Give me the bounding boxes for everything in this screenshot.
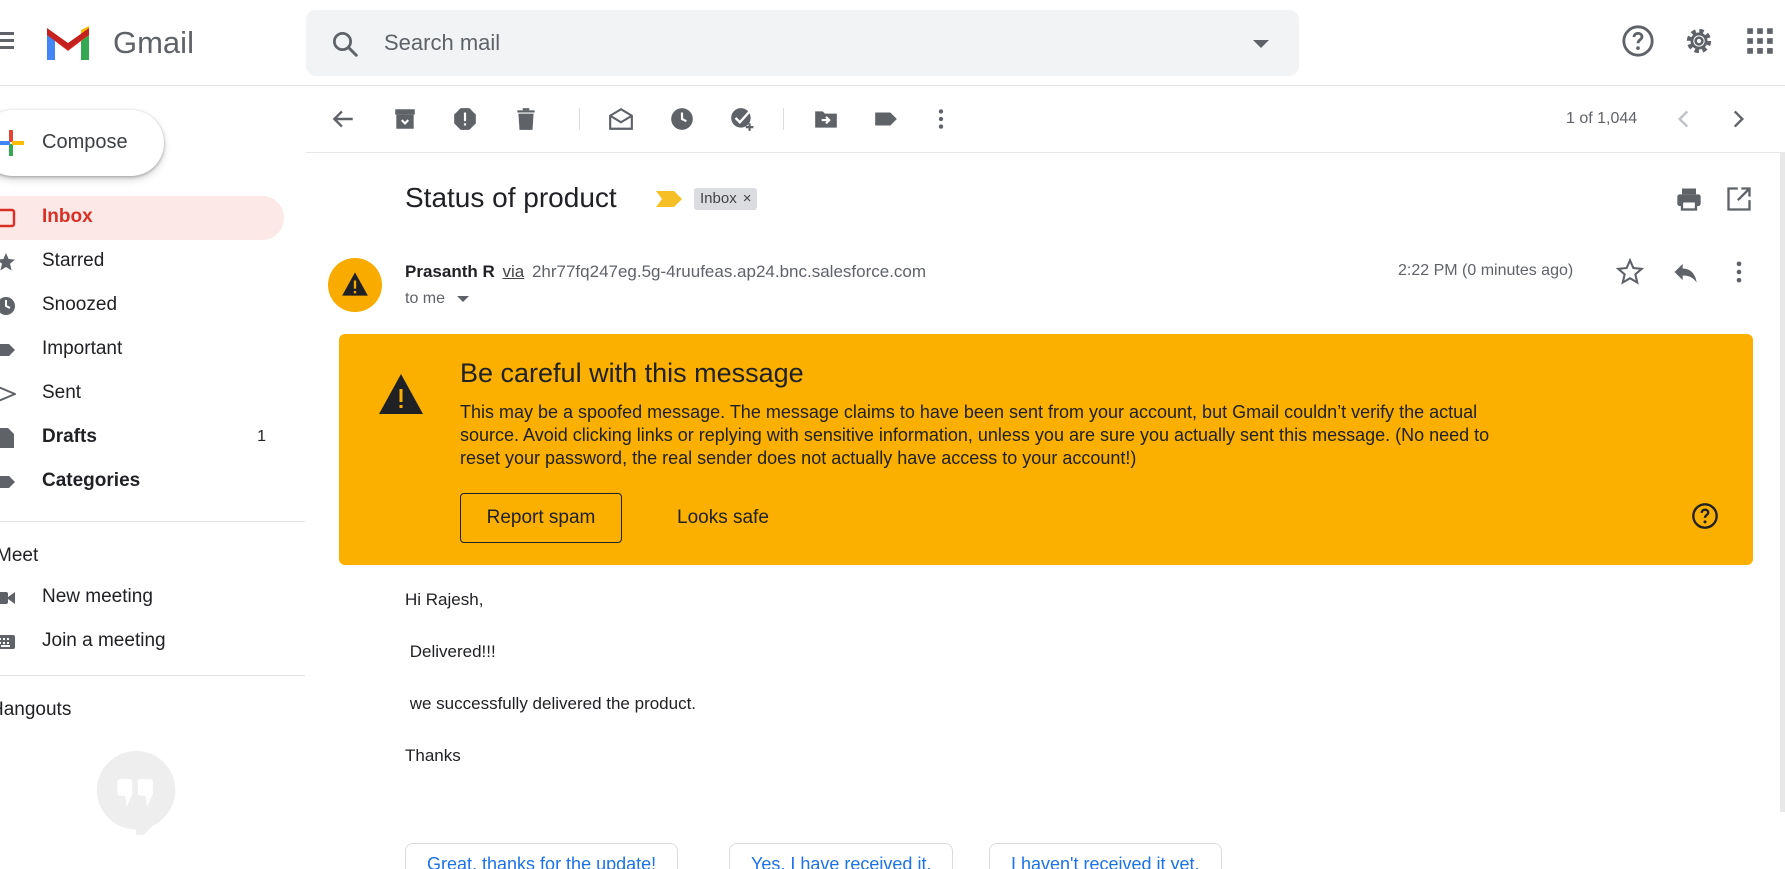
hangouts-quote-icon — [96, 751, 176, 835]
help-icon[interactable] — [1691, 502, 1719, 530]
draft-icon — [0, 428, 14, 448]
more-vert-icon[interactable] — [928, 106, 954, 132]
archive-icon[interactable] — [392, 106, 418, 132]
recipient-label[interactable]: to me — [405, 290, 445, 308]
back-arrow-icon[interactable] — [330, 106, 356, 132]
open-in-new-window-icon[interactable] — [1725, 185, 1753, 213]
label-tag-icon[interactable] — [873, 106, 899, 132]
sidebar-item-label: Drafts — [42, 426, 97, 447]
sidebar-item-label: Inbox — [42, 206, 93, 227]
sidebar-item-important[interactable]: Important — [0, 328, 284, 372]
compose-label: Compose — [42, 131, 128, 153]
smart-reply-button[interactable]: Yes, I have received it. — [729, 843, 954, 869]
email-subject: Status of product — [405, 182, 617, 213]
gmail-brand: Gmail — [113, 25, 194, 60]
google-apps-icon[interactable] — [1743, 24, 1777, 58]
sidebar: Compose Inbox Starred Snoozed Important … — [0, 86, 305, 869]
inbox-icon — [0, 208, 16, 228]
send-icon — [0, 386, 16, 402]
sidebar-item-snoozed[interactable]: Snoozed — [0, 284, 284, 328]
message-timestamp: 2:22 PM (0 minutes ago) — [1398, 262, 1574, 279]
sidebar-item-label: New meeting — [42, 586, 153, 607]
chevron-left-icon[interactable] — [1671, 106, 1697, 132]
smart-reply-button[interactable]: I haven't received it yet. — [989, 843, 1222, 869]
sidebar-item-label: Categories — [42, 470, 141, 491]
sidebar-item-label: Sent — [42, 382, 82, 403]
hangouts-section-title: Hangouts — [0, 699, 72, 720]
mark-unread-icon[interactable] — [608, 106, 634, 132]
compose-button[interactable]: Compose — [0, 110, 164, 176]
keyboard-icon — [0, 635, 15, 649]
drafts-count: 1 — [257, 428, 266, 445]
search-icon[interactable] — [330, 29, 360, 59]
sender-avatar[interactable] — [328, 258, 382, 312]
gmail-app: Gmail Search mail Compose Inbox Starred … — [0, 0, 1785, 869]
warning-title: Be careful with this message — [460, 358, 804, 388]
sidebar-divider — [0, 675, 305, 676]
sidebar-item-categories[interactable]: Categories — [0, 460, 284, 504]
report-spam-button[interactable]: Report spam — [460, 493, 622, 543]
more-options-icon[interactable] — [1725, 258, 1753, 286]
sidebar-item-label: Join a meeting — [42, 630, 166, 651]
looks-safe-button[interactable]: Looks safe — [667, 493, 779, 543]
sender-address: 2hr77fq247eg.5g-4ruufeas.ap24.bnc.salesf… — [531, 262, 927, 281]
sidebar-item-drafts[interactable]: Drafts 1 — [0, 416, 284, 460]
sidebar-item-inbox[interactable]: Inbox — [0, 196, 284, 240]
body-signoff: Thanks — [405, 746, 461, 765]
sidebar-item-starred[interactable]: Starred — [0, 240, 284, 284]
label-icon — [0, 476, 15, 488]
search-input[interactable] — [384, 26, 1204, 60]
report-spam-icon[interactable] — [452, 106, 478, 132]
spoof-warning-banner: Be careful with this message This may be… — [339, 334, 1753, 565]
sidebar-divider — [0, 521, 305, 522]
move-to-icon[interactable] — [813, 106, 839, 132]
sidebar-item-label: Snoozed — [42, 294, 118, 315]
clock-icon — [0, 297, 15, 315]
warning-triangle-icon — [342, 272, 368, 296]
sidebar-item-sent[interactable]: Sent — [0, 372, 284, 416]
sidebar-item-new-meeting[interactable]: New meeting — [0, 576, 284, 620]
video-icon — [0, 592, 15, 604]
snooze-clock-icon[interactable] — [669, 106, 695, 132]
main-menu-icon[interactable] — [0, 32, 16, 49]
chevron-right-icon[interactable] — [1725, 106, 1751, 132]
body-greeting: Hi Rajesh, — [405, 590, 484, 609]
warning-triangle-icon — [379, 374, 423, 414]
scrollbar[interactable] — [1780, 152, 1785, 812]
sender-line: Prasanth R via 2hr77fq247eg.5g-4ruufeas.… — [405, 262, 926, 282]
top-header: Gmail — [0, 0, 1785, 86]
settings-gear-icon[interactable] — [1682, 24, 1716, 58]
sidebar-item-join-meeting[interactable]: Join a meeting — [0, 620, 284, 664]
warning-body: This may be a spoofed message. The messa… — [460, 402, 1490, 468]
print-icon[interactable] — [1675, 185, 1703, 213]
search-options-icon[interactable] — [1253, 40, 1269, 48]
inbox-label-chip: Inbox × — [694, 188, 758, 210]
smart-reply-button[interactable]: Great, thanks for the update! — [405, 843, 679, 869]
toolbar-divider — [579, 108, 580, 130]
inbox-label-text: Inbox — [700, 190, 737, 207]
body-line: we successfully delivered the product. — [405, 694, 697, 713]
star-icon — [0, 253, 15, 271]
star-toggle-icon[interactable] — [1616, 258, 1644, 286]
sidebar-item-label: Starred — [42, 250, 105, 271]
remove-label-icon[interactable]: × — [743, 190, 752, 207]
via-link[interactable]: via — [502, 262, 524, 281]
label-important-icon — [0, 344, 15, 356]
sender-name[interactable]: Prasanth R — [405, 262, 495, 281]
search-bar — [306, 10, 1299, 76]
toolbar-divider — [783, 108, 784, 130]
reply-icon[interactable] — [1671, 258, 1699, 286]
body-line: Delivered!!! — [405, 642, 496, 661]
recipient-details-dropdown-icon[interactable] — [457, 296, 469, 302]
gmail-logo-icon[interactable] — [43, 24, 93, 62]
add-to-tasks-icon[interactable] — [729, 106, 755, 132]
pagination-count: 1 of 1,044 — [1566, 110, 1638, 127]
meet-section-title: Meet — [0, 545, 39, 566]
help-icon[interactable] — [1621, 24, 1655, 58]
importance-marker-icon[interactable] — [656, 191, 682, 207]
delete-trash-icon[interactable] — [513, 106, 539, 132]
compose-plus-icon — [0, 130, 24, 156]
message-toolbar: 1 of 1,044 — [306, 86, 1785, 153]
sidebar-item-label: Important — [42, 338, 123, 359]
